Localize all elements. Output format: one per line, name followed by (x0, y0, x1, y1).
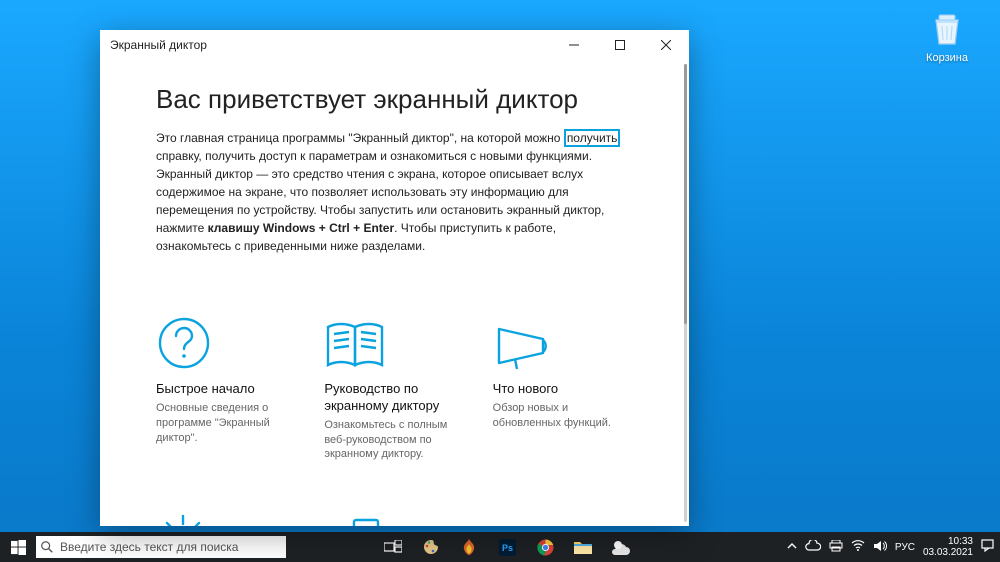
tile-feedback[interactable] (324, 496, 464, 526)
tile-desc: Ознакомьтесь с полным веб-руководством п… (324, 418, 464, 463)
maximize-button[interactable] (597, 30, 643, 60)
app-explorer-icon[interactable] (566, 532, 600, 562)
app-weather-icon[interactable] (604, 532, 638, 562)
tray-cloud-icon[interactable] (805, 540, 821, 554)
feedback-icon (324, 496, 464, 526)
search-placeholder: Введите здесь текст для поиска (60, 540, 238, 554)
tile-settings[interactable] (156, 496, 296, 526)
tile-title: Что нового (493, 381, 633, 398)
app-photoshop-icon[interactable]: Ps (490, 532, 524, 562)
search-icon (40, 540, 54, 554)
tray-wifi-icon[interactable] (851, 540, 865, 554)
tile-title: Быстрое начало (156, 381, 296, 398)
tile-guide[interactable]: Руководство по экранному диктору Ознаком… (324, 301, 464, 462)
titlebar[interactable]: Экранный диктор (100, 30, 689, 60)
question-circle-icon (156, 301, 296, 371)
book-icon (324, 301, 464, 371)
tile-whatsnew[interactable]: Что нового Обзор новых и обновленных фун… (493, 301, 633, 462)
tile-desc: Основные сведения о программе "Экранный … (156, 401, 296, 446)
tray-printer-icon[interactable] (829, 540, 843, 555)
app-palette-icon[interactable] (414, 532, 448, 562)
window-content: Вас приветствует экранный диктор Это гла… (100, 60, 689, 526)
app-flame-icon[interactable] (452, 532, 486, 562)
recycle-bin[interactable]: Корзина (912, 8, 982, 64)
start-button[interactable] (0, 532, 36, 562)
tray-clock[interactable]: 10:33 03.03.2021 (923, 536, 973, 558)
narrator-highlight: получить (564, 129, 621, 147)
tray-notifications-icon[interactable] (981, 539, 994, 555)
scrollbar-thumb[interactable] (684, 64, 687, 324)
tile-quickstart[interactable]: Быстрое начало Основные сведения о прогр… (156, 301, 296, 462)
task-view-button[interactable] (376, 532, 410, 562)
recycle-bin-label: Корзина (912, 52, 982, 64)
close-button[interactable] (643, 30, 689, 60)
taskbar-tray: РУС 10:33 03.03.2021 (787, 536, 1000, 558)
megaphone-icon (493, 301, 633, 371)
tile-title: Руководство по экранному диктору (324, 381, 464, 415)
tray-chevron-icon[interactable] (787, 542, 797, 553)
taskbar: Введите здесь текст для поиска Ps (0, 532, 1000, 562)
narrator-window: Экранный диктор Вас приветствует экранны… (100, 30, 689, 526)
minimize-button[interactable] (551, 30, 597, 60)
gear-icon (156, 496, 296, 526)
desktop: Корзина Введите здесь текст для поиска P… (0, 0, 1000, 562)
tile-desc: Обзор новых и обновленных функций. (493, 401, 633, 431)
tray-date: 03.03.2021 (923, 547, 973, 558)
svg-text:Ps: Ps (501, 543, 512, 553)
recycle-bin-icon (927, 8, 967, 48)
page-heading: Вас приветствует экранный диктор (156, 84, 633, 115)
tray-time: 10:33 (923, 536, 973, 547)
tiles-row: Быстрое начало Основные сведения о прогр… (156, 301, 633, 462)
app-chrome-icon[interactable] (528, 532, 562, 562)
intro-text: Это главная страница программы "Экранный… (156, 129, 633, 255)
taskbar-pinned-apps: Ps (376, 532, 638, 562)
tray-language[interactable]: РУС (895, 542, 915, 553)
window-title: Экранный диктор (110, 38, 207, 52)
search-box[interactable]: Введите здесь текст для поиска (36, 536, 286, 558)
tray-volume-icon[interactable] (873, 540, 887, 555)
tiles-row-2 (156, 496, 633, 526)
